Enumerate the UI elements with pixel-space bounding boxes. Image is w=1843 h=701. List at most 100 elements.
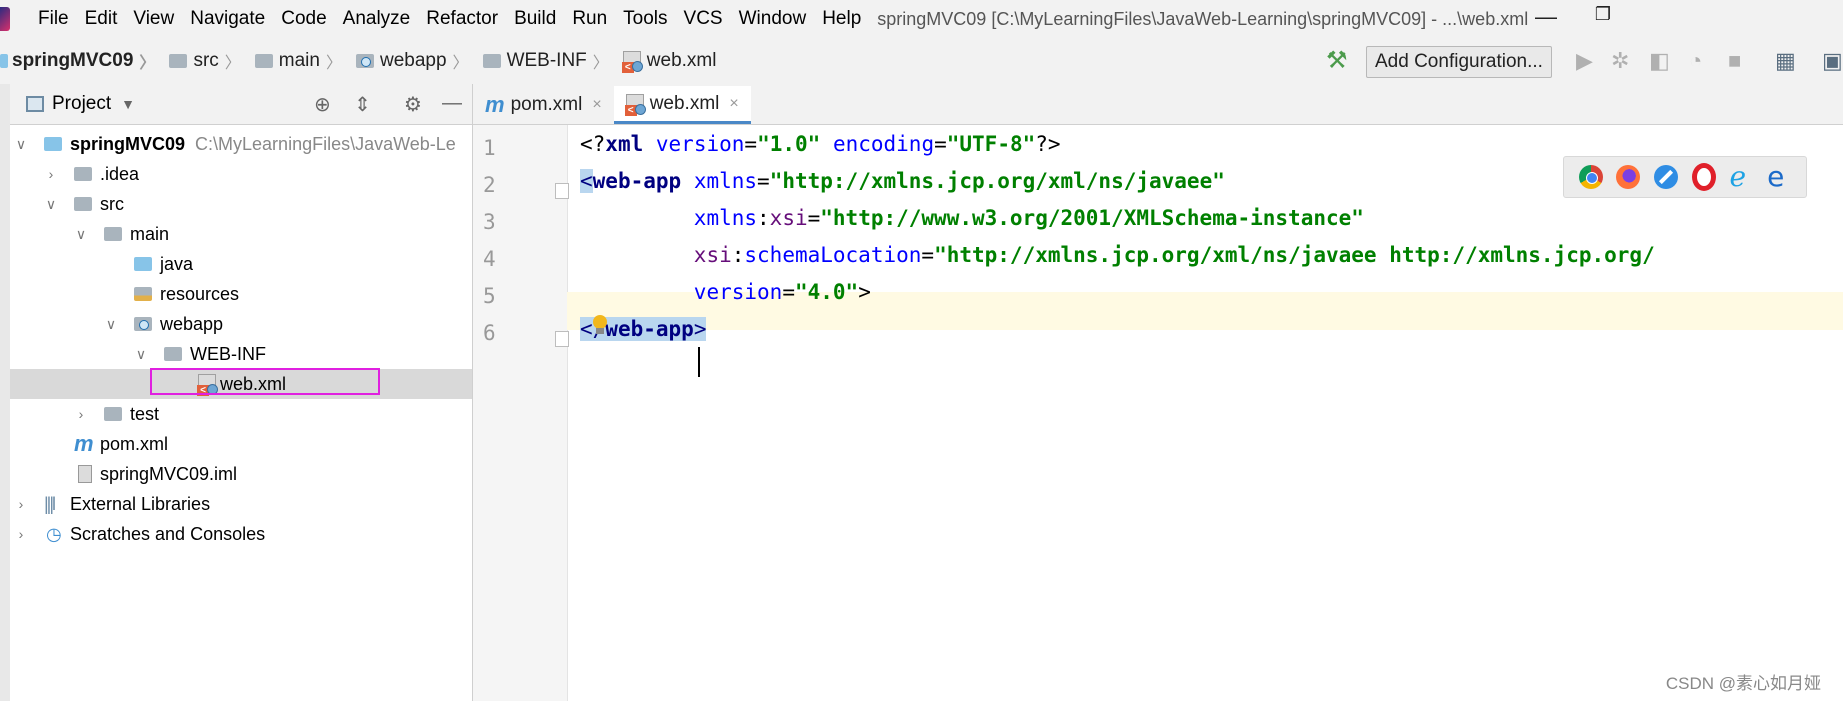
run-icon[interactable]: ▶: [1576, 48, 1593, 74]
close-icon[interactable]: ×: [592, 96, 601, 114]
opera-icon[interactable]: [1691, 163, 1716, 191]
collapsed-arrow-icon[interactable]: ›: [74, 406, 88, 422]
tree-item-resources[interactable]: resources: [10, 279, 472, 309]
tree-item-external-libraries[interactable]: › |||l External Libraries: [10, 489, 472, 519]
gear-icon[interactable]: ⚙: [404, 92, 422, 117]
expand-arrow-icon[interactable]: ∨: [44, 196, 58, 213]
tree-item-springmvc09[interactable]: ∨ springMVC09 C:\MyLearningFiles\JavaWeb-…: [10, 129, 472, 159]
scratches-icon: ◷: [46, 523, 62, 544]
iml-file-icon: [78, 465, 92, 483]
xml-attr: schemaLocation: [744, 243, 922, 267]
tree-item-src[interactable]: ∨ src: [10, 189, 472, 219]
menu-window[interactable]: Window: [731, 8, 815, 30]
collapsed-arrow-icon[interactable]: ›: [14, 526, 28, 542]
firefox-icon[interactable]: [1616, 165, 1641, 189]
chrome-icon[interactable]: [1578, 165, 1603, 189]
open-in-browser-popup: e e: [1563, 156, 1807, 198]
folder-icon: [482, 54, 501, 68]
tree-item-idea[interactable]: › .idea: [10, 159, 472, 189]
debug-icon[interactable]: ✲: [1611, 48, 1629, 74]
menu-build[interactable]: Build: [506, 8, 564, 30]
maven-icon: m: [485, 92, 505, 117]
module-folder-icon: [44, 137, 62, 151]
menu-navigate[interactable]: Navigate: [182, 8, 273, 30]
breadcrumb-web-inf[interactable]: WEB-INF 〉: [482, 49, 617, 73]
menu-refactor[interactable]: Refactor: [418, 8, 506, 30]
collapse-all-icon[interactable]: ⇕: [354, 92, 371, 117]
expand-arrow-icon[interactable]: ∨: [104, 316, 118, 333]
menu-edit[interactable]: Edit: [77, 8, 126, 30]
build-hammer-icon[interactable]: ⚒: [1326, 46, 1348, 75]
tree-label: Scratches and Consoles: [70, 523, 266, 544]
tree-item-pom-xml[interactable]: m pom.xml: [10, 429, 472, 459]
coverage-icon[interactable]: ◧: [1649, 48, 1670, 74]
hide-panel-icon[interactable]: —: [442, 92, 462, 115]
xml-pi-open: <?: [580, 132, 606, 156]
tree-label: .idea: [100, 163, 140, 184]
line-number: 6: [483, 321, 496, 345]
breadcrumb-web-xml[interactable]: web.xml: [621, 50, 716, 73]
profile-icon[interactable]: ◔: [1689, 48, 1702, 74]
expand-arrow-icon[interactable]: ∨: [134, 346, 148, 363]
safari-icon[interactable]: [1654, 165, 1679, 189]
web-folder-icon: [355, 54, 374, 68]
code-editor[interactable]: 1 2 3 4 5 6 <?xml version="1.0" encoding…: [473, 125, 1843, 701]
chevron-down-icon[interactable]: ▼: [121, 96, 135, 112]
menu-tools[interactable]: Tools: [615, 8, 675, 30]
restore-window-icon[interactable]: ❐: [1595, 4, 1611, 25]
tab-pom-xml[interactable]: m pom.xml ×: [473, 86, 614, 124]
menu-view[interactable]: View: [125, 8, 182, 30]
line-number: 4: [483, 247, 496, 271]
menu-help[interactable]: Help: [814, 8, 869, 30]
expand-arrow-icon[interactable]: ∨: [74, 226, 88, 243]
fold-marker-icon[interactable]: [555, 183, 569, 199]
line-number: 3: [483, 210, 496, 234]
minimize-icon[interactable]: —: [1535, 4, 1557, 30]
menu-run[interactable]: Run: [564, 8, 615, 30]
code-line-3: xmlns:xsi="http://www.w3.org/2001/XMLSch…: [693, 206, 1364, 230]
breadcrumb-webapp[interactable]: webapp 〉: [355, 49, 477, 73]
menu-code[interactable]: Code: [273, 8, 334, 30]
tree-item-scratches[interactable]: › ◷ Scratches and Consoles: [10, 519, 472, 549]
breadcrumb-src[interactable]: src 〉: [169, 49, 248, 73]
tree-item-test[interactable]: › test: [10, 399, 472, 429]
source-folder-icon: [134, 257, 152, 271]
breadcrumb-project[interactable]: springMVC09 〉: [0, 49, 163, 73]
stop-icon[interactable]: ■: [1728, 48, 1741, 74]
tab-web-xml[interactable]: web.xml ×: [613, 86, 751, 124]
tree-item-web-inf[interactable]: ∨ WEB-INF: [10, 339, 472, 369]
editor-tab-bar: m pom.xml × web.xml ×: [473, 84, 1843, 125]
annotation-highlight-box: [150, 368, 380, 395]
intention-bulb-icon[interactable]: [593, 315, 607, 335]
xml-attr: version: [655, 132, 745, 156]
breadcrumb-label: webapp: [379, 50, 447, 71]
collapsed-arrow-icon[interactable]: ›: [44, 166, 58, 182]
terminal-icon[interactable]: ▣: [1822, 48, 1843, 74]
internet-explorer-icon[interactable]: e: [1729, 163, 1753, 191]
xml-attr: encoding: [832, 132, 935, 156]
add-configuration-button[interactable]: Add Configuration...: [1366, 46, 1552, 78]
tree-item-java[interactable]: java: [10, 249, 472, 279]
project-structure-icon[interactable]: ▦: [1775, 48, 1796, 74]
xml-value: "4.0": [794, 280, 859, 304]
expand-arrow-icon[interactable]: ∨: [14, 136, 28, 153]
tree-label: resources: [160, 283, 240, 304]
close-icon[interactable]: ×: [729, 95, 738, 113]
breadcrumb-label: src: [193, 50, 219, 71]
tree-item-webapp[interactable]: ∨ webapp: [10, 309, 472, 339]
edge-icon[interactable]: e: [1767, 163, 1791, 191]
project-panel-header: Project ▼ ⊕ ⇕ ⚙ —: [10, 84, 472, 125]
menu-vcs[interactable]: VCS: [676, 8, 731, 30]
locate-target-icon[interactable]: ⊕: [314, 92, 331, 117]
tree-item-iml[interactable]: springMVC09.iml: [10, 459, 472, 489]
project-panel-title[interactable]: Project: [52, 93, 111, 115]
collapsed-arrow-icon[interactable]: ›: [14, 496, 28, 512]
tree-item-main[interactable]: ∨ main: [10, 219, 472, 249]
breadcrumb-main[interactable]: main 〉: [254, 49, 350, 73]
path-hint: C:\MyLearningFiles\JavaWeb-Le: [195, 133, 456, 154]
project-view-icon: [26, 96, 44, 112]
fold-marker-icon[interactable]: [555, 331, 569, 347]
folder-icon: [164, 347, 182, 361]
menu-analyze[interactable]: Analyze: [335, 8, 419, 30]
menu-file[interactable]: File: [30, 8, 77, 30]
